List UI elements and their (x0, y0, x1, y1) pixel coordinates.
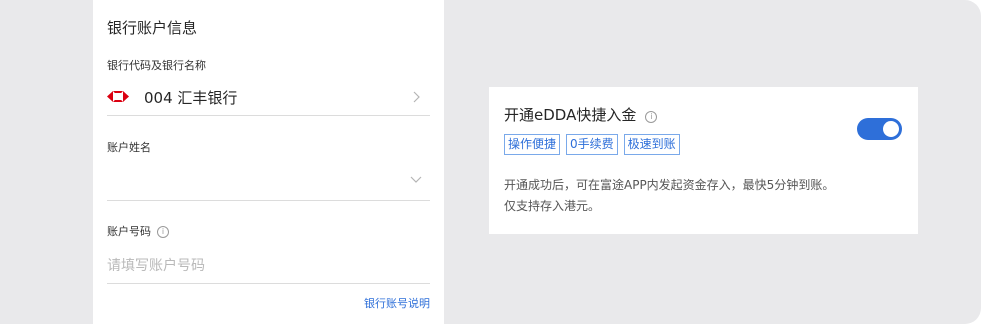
account-number-label-text: 账户号码 (107, 225, 151, 238)
account-number-input[interactable]: 请填写账户号码 (107, 247, 430, 281)
info-icon[interactable]: i (645, 111, 658, 123)
edda-description: 开通成功后，可在富途APP内发起资金存入，最快5分钟到账。 仅支持存入港元。 (504, 175, 904, 217)
hsbc-logo-icon (107, 91, 129, 102)
edda-description-line: 开通成功后，可在富途APP内发起资金存入，最快5分钟到账。 (504, 178, 835, 192)
bank-select-value: 004 汇丰银行 (144, 89, 238, 107)
edda-toggle[interactable] (857, 118, 902, 140)
divider (107, 283, 430, 284)
edda-card-title: 开通eDDA快捷入金 i (504, 104, 658, 125)
chevron-down-icon (410, 176, 422, 183)
account-name-select[interactable] (107, 163, 430, 197)
chevron-right-icon (413, 91, 420, 103)
edda-description-line: 仅支持存入港元。 (504, 199, 601, 213)
edda-title-text: 开通eDDA快捷入金 (504, 106, 637, 124)
tag: 0手续费 (566, 134, 618, 155)
bank-account-form: 银行账户信息 银行代码及银行名称 004 汇丰银行 账户姓名 账户号码 i 请填写… (93, 0, 444, 324)
bank-field-label: 银行代码及银行名称 (107, 59, 206, 72)
divider (107, 200, 430, 201)
account-help-link[interactable]: 银行账号说明 (364, 295, 430, 311)
edda-card: 开通eDDA快捷入金 i 操作便捷 0手续费 极速到账 开通成功后，可在富途APP… (489, 87, 918, 234)
account-number-label: 账户号码 i (107, 223, 169, 239)
info-icon[interactable]: i (157, 226, 169, 238)
tag: 操作便捷 (504, 134, 561, 155)
section-title: 银行账户信息 (107, 19, 198, 37)
edda-tags: 操作便捷 0手续费 极速到账 (504, 134, 680, 155)
toggle-knob (883, 121, 899, 137)
divider (107, 115, 430, 116)
account-name-label: 账户姓名 (107, 141, 151, 154)
account-number-placeholder: 请填写账户号码 (107, 258, 205, 274)
tag: 极速到账 (623, 134, 680, 155)
bank-select[interactable]: 004 汇丰银行 (107, 80, 430, 114)
